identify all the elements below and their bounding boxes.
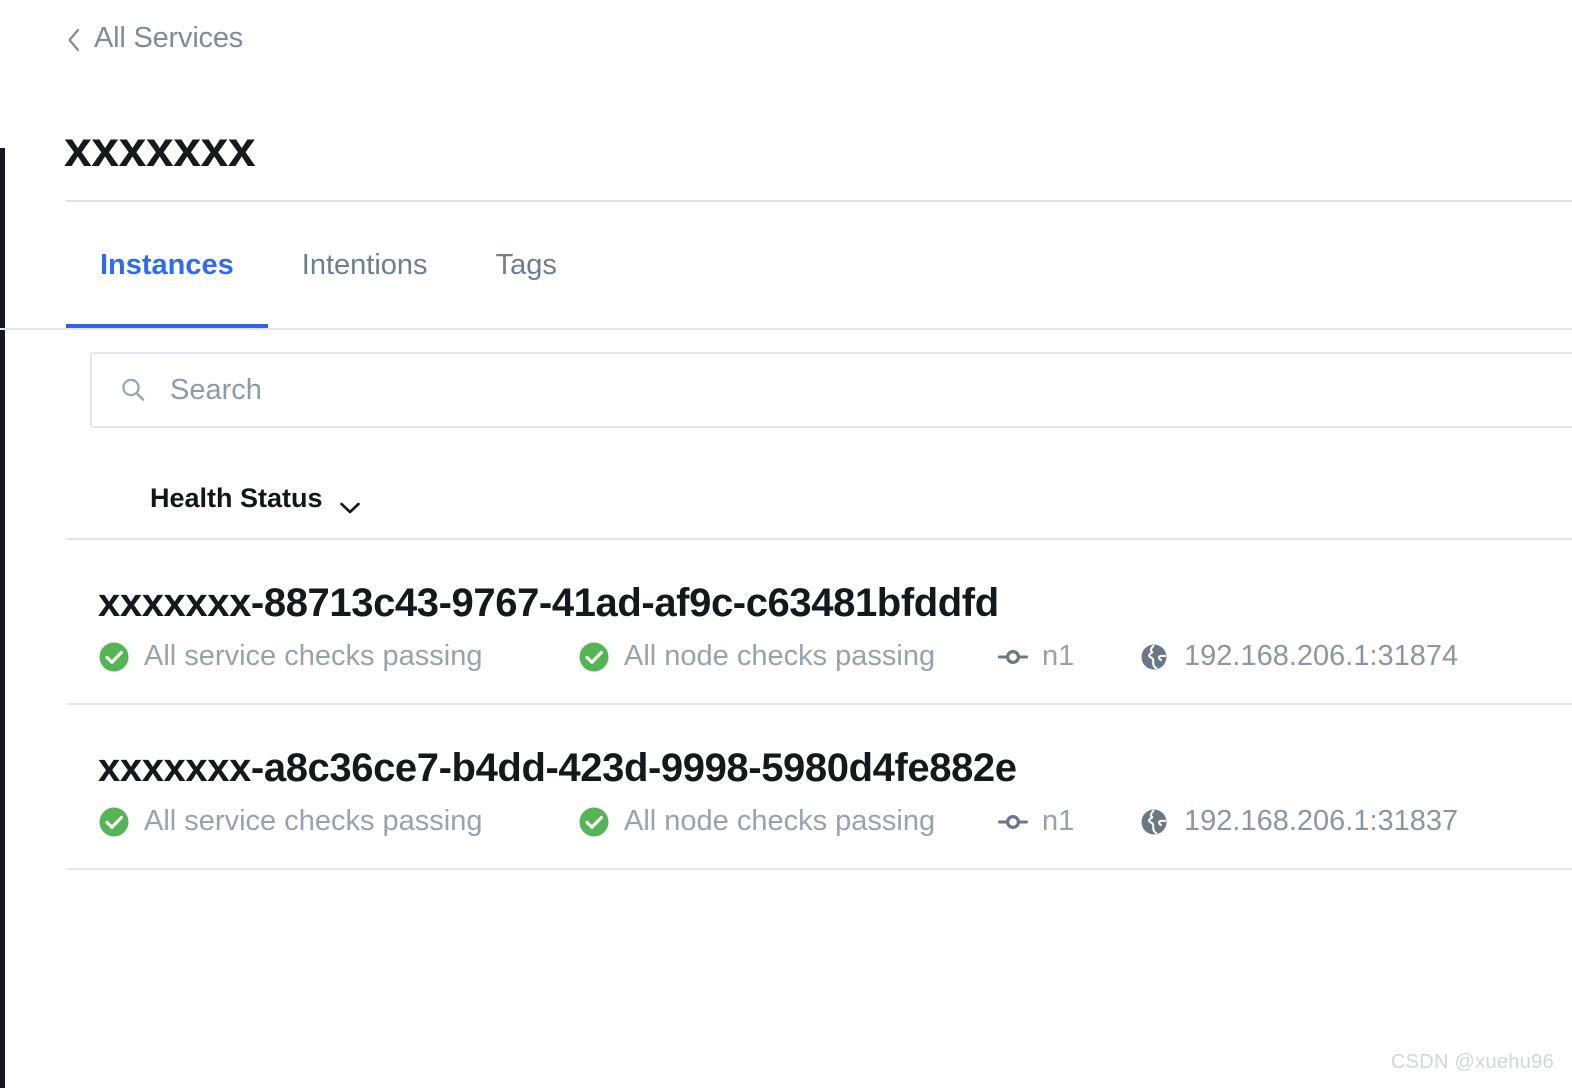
tab-intentions-label: Intentions [301,249,428,281]
node-checks-status: All node checks passing [578,640,998,673]
globe-icon [1138,641,1170,673]
instance-address: 192.168.206.1:31874 [1138,640,1458,673]
instance-meta: All service checks passing All node chec… [98,640,1572,673]
address-value: 192.168.206.1:31837 [1184,805,1459,837]
search-input[interactable] [168,353,1572,427]
watermark: CSDN @xuehu96 [1390,1051,1554,1073]
check-circle-icon [578,806,610,838]
node-name: n1 [1042,805,1075,837]
node-checks-label: All node checks passing [624,640,936,672]
node-checks-status: All node checks passing [578,805,998,838]
service-checks-status: All service checks passing [98,805,578,838]
tab-intentions[interactable]: Intentions [268,238,462,330]
chevron-left-icon [66,27,82,52]
service-checks-status: All service checks passing [98,640,578,673]
chevron-down-icon [339,491,361,514]
health-status-filter-button[interactable]: Health Status [146,477,365,520]
breadcrumb-all-services-link[interactable]: All Services [94,22,243,55]
check-circle-icon [98,641,130,673]
check-circle-icon [98,806,130,838]
instance-list: xxxxxxx-88713c43-9767-41ad-af9c-c63481bf… [0,540,1572,870]
title-divider [66,200,1572,202]
instance-row[interactable]: xxxxxxx-a8c36ce7-b4dd-423d-9998-5980d4fe… [66,705,1572,870]
tab-tags[interactable]: Tags [462,238,591,330]
node-icon [998,642,1028,672]
address-value: 192.168.206.1:31874 [1184,640,1459,672]
tab-bar: Instances Intentions Tags [66,238,1572,330]
tab-instances[interactable]: Instances [66,238,268,330]
breadcrumb[interactable]: All Services [66,16,243,60]
node-icon [998,807,1028,837]
globe-icon [1138,806,1170,838]
service-detail-page: All Services xxxxxxx Instances Intention… [0,0,1572,1088]
instance-row[interactable]: xxxxxxx-88713c43-9767-41ad-af9c-c63481bf… [66,540,1572,705]
health-status-filter-label: Health Status [150,482,323,513]
search-box[interactable] [90,352,1572,428]
node-checks-label: All node checks passing [624,805,936,837]
service-checks-label: All service checks passing [144,805,483,837]
tab-instances-label: Instances [100,249,234,281]
tab-tags-label: Tags [495,249,557,281]
node-info: n1 [998,640,1138,673]
service-checks-label: All service checks passing [144,640,483,672]
node-name: n1 [1042,640,1075,672]
filter-row: Health Status [66,460,1572,536]
instance-name-link[interactable]: xxxxxxx-a8c36ce7-b4dd-423d-9998-5980d4fe… [98,747,1572,789]
page-title: xxxxxxx [64,121,256,177]
instance-address: 192.168.206.1:31837 [1138,805,1458,838]
instance-name-link[interactable]: xxxxxxx-88713c43-9767-41ad-af9c-c63481bf… [98,582,1572,624]
node-info: n1 [998,805,1138,838]
instance-meta: All service checks passing All node chec… [98,805,1572,838]
check-circle-icon [578,641,610,673]
tab-bar-divider [0,328,1572,330]
search-icon [118,375,148,405]
